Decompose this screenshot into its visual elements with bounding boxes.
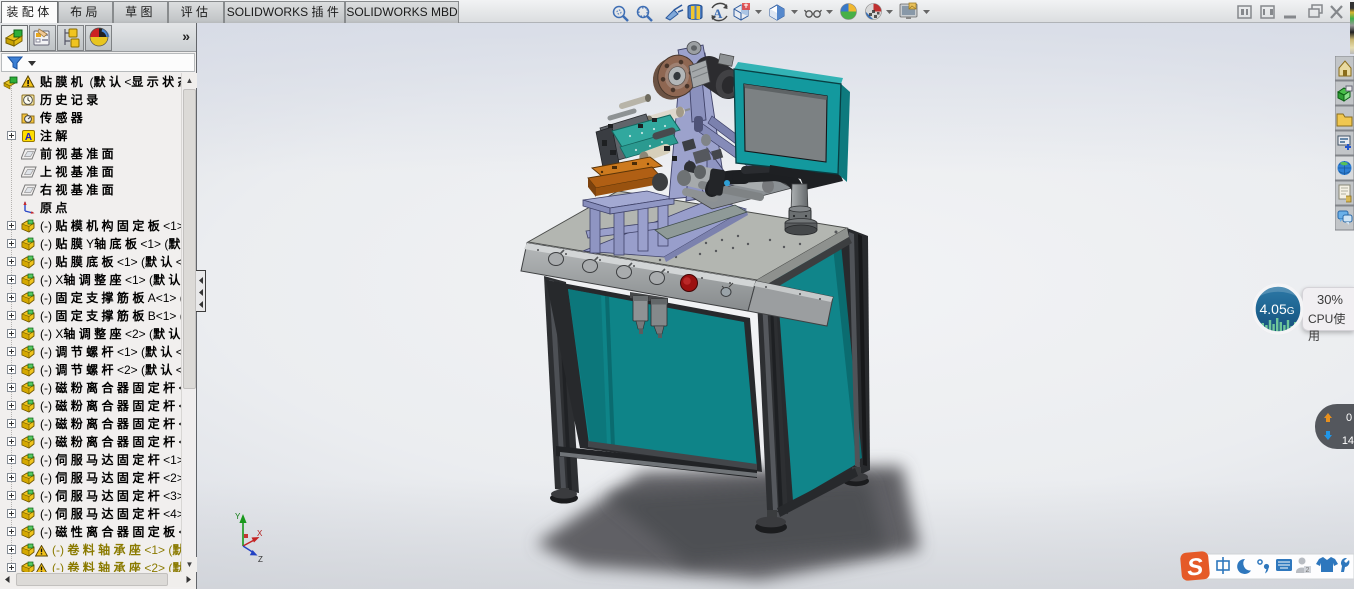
- svg-text:A: A: [25, 132, 32, 143]
- svg-text:141: 141: [1342, 435, 1354, 447]
- svg-text:S: S: [1186, 553, 1204, 581]
- svg-text:0: 0: [1346, 412, 1352, 424]
- svg-text:2: 2: [1306, 567, 1310, 574]
- svg-text:X: X: [257, 529, 263, 538]
- svg-text:Y: Y: [235, 512, 241, 521]
- svg-text:Z: Z: [258, 555, 263, 564]
